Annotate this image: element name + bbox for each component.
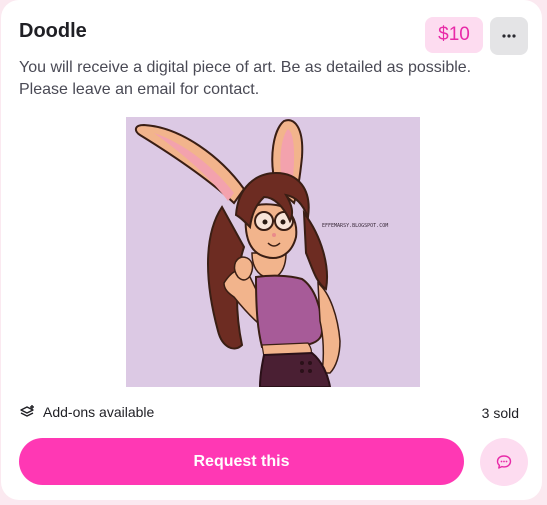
product-title: Doodle <box>19 20 87 42</box>
request-button[interactable]: Request this <box>19 438 464 485</box>
more-options-button[interactable] <box>490 17 528 55</box>
product-description: You will receive a digital piece of art.… <box>19 59 472 98</box>
artwork-signature: EFFEMARSY.BLOGSPOT.COM <box>322 223 388 229</box>
addons-label: Add-ons available <box>43 404 155 420</box>
message-button[interactable] <box>480 438 528 486</box>
product-card: Doodle $10 You will receive a digital pi… <box>1 0 542 500</box>
addons-indicator: Add-ons available <box>19 404 154 420</box>
sold-count: 3 sold <box>481 405 519 421</box>
more-horizontal-icon <box>502 34 516 38</box>
artwork-illustration: EFFEMARSY.BLOGSPOT.COM <box>126 117 420 387</box>
price-badge: $10 <box>425 17 483 53</box>
chat-bubble-icon <box>496 455 512 469</box>
layers-plus-icon <box>20 405 34 417</box>
product-image: EFFEMARSY.BLOGSPOT.COM <box>126 117 420 387</box>
